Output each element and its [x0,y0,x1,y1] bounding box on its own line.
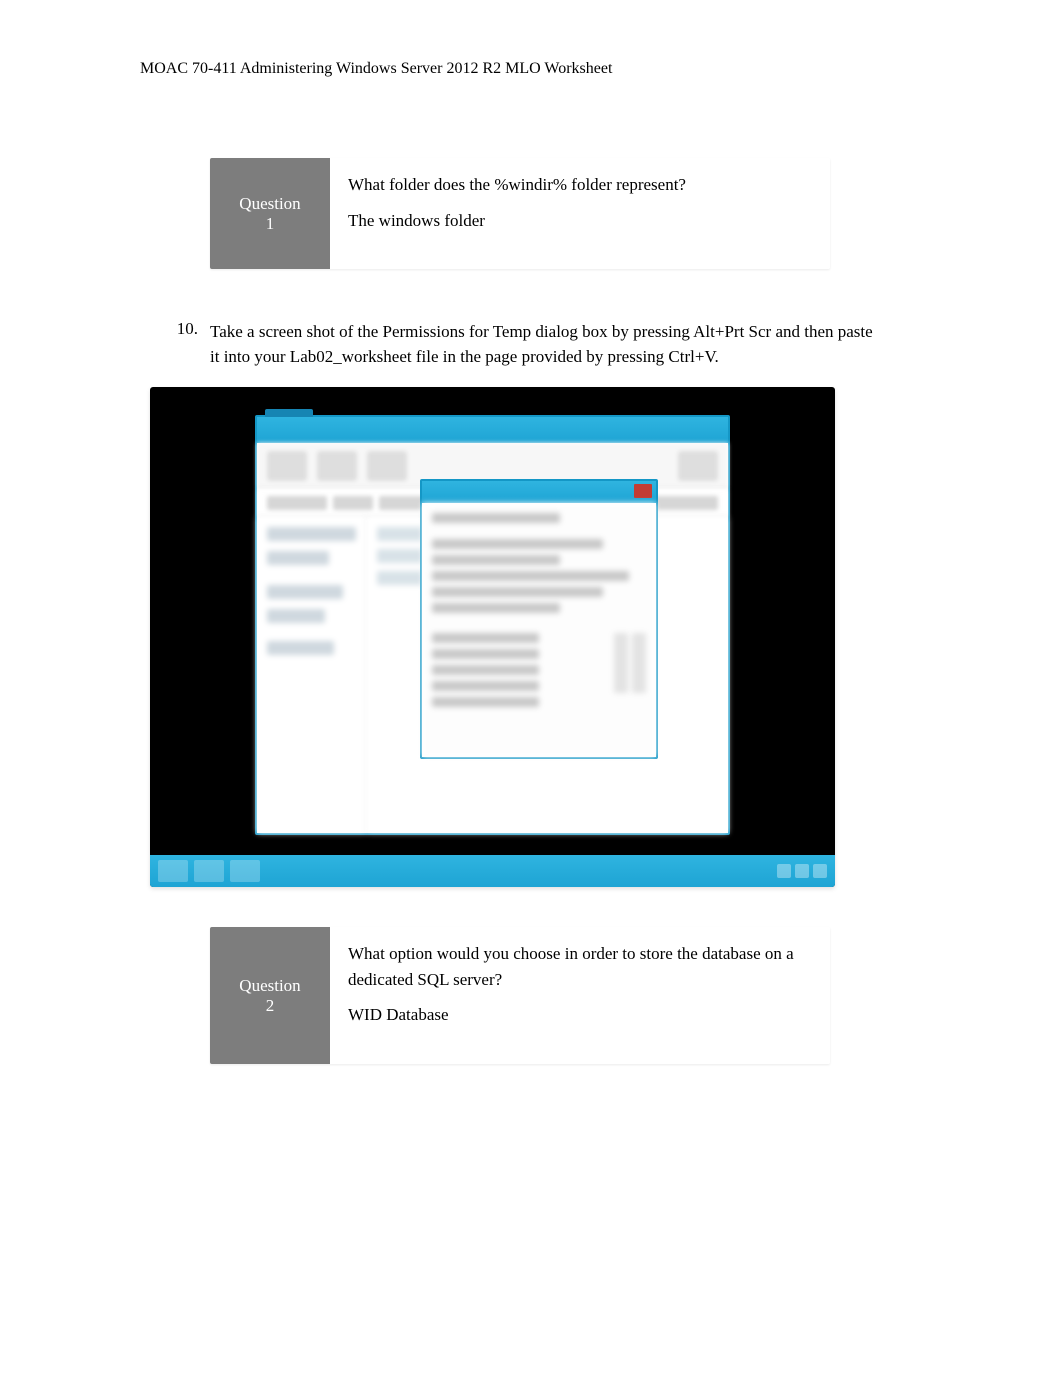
question-block-1: Question 1 What folder does the %windir%… [210,158,830,269]
ribbon-group [678,451,718,481]
system-tray [777,864,827,878]
step-row-10: 10. Take a screen shot of the Permission… [140,319,882,369]
permissions-dialog-body [422,503,656,757]
start-button [158,860,188,882]
document-body: Question 1 What folder does the %windir%… [0,158,1062,1064]
taskbar-button [194,860,224,882]
permissions-dialog-titlebar [422,481,656,503]
taskbar-button [230,860,260,882]
question-label-word: Question [239,194,300,214]
ribbon-group [367,451,407,481]
permissions-dialog [420,479,658,759]
question-prompt-2: What option would you choose in order to… [348,941,812,992]
step-number: 10. [170,319,210,369]
dialog-text-row [432,665,539,675]
explorer-nav-pane [257,517,367,833]
ribbon-group [317,451,357,481]
question-label-2: Question 2 [210,927,330,1064]
explorer-titlebar [257,417,728,443]
ribbon-group [267,451,307,481]
question-block-2: Question 2 What option would you choose … [210,927,830,1064]
question-label-number: 2 [266,996,275,1016]
nav-item [267,551,329,565]
tray-icon [813,864,827,878]
dialog-text-row [432,539,603,549]
checkbox-column [614,633,628,693]
dialog-text-row [432,603,560,613]
nav-item [267,585,343,599]
question-answer-1: The windows folder [348,208,812,234]
question-body-1: What folder does the %windir% folder rep… [330,158,830,269]
permissions-grid [432,633,646,713]
nav-item [267,609,325,623]
tray-icon [777,864,791,878]
dialog-text-row [432,633,539,643]
dialog-text-row [432,513,560,523]
screenshot-container [150,387,835,887]
close-icon [634,484,652,498]
address-chunk [267,496,327,510]
question-answer-2: WID Database [348,1002,812,1028]
nav-item [267,527,356,541]
checkbox-column [632,633,646,693]
question-body-2: What option would you choose in order to… [330,927,830,1064]
dialog-text-row [432,571,629,581]
dialog-text-row [432,555,560,565]
question-label-word: Question [239,976,300,996]
step-text: Take a screen shot of the Permissions fo… [210,319,882,369]
document-header: MOAC 70-411 Administering Windows Server… [0,60,1062,78]
nav-item [267,641,334,655]
dialog-text-row [432,587,603,597]
address-chunk [333,496,373,510]
windows-taskbar [150,855,835,887]
question-label-number: 1 [266,214,275,234]
dialog-text-row [432,649,539,659]
question-label-1: Question 1 [210,158,330,269]
dialog-text-row [432,697,539,707]
question-prompt-1: What folder does the %windir% folder rep… [348,172,812,198]
dialog-text-row [432,681,539,691]
tray-icon [795,864,809,878]
